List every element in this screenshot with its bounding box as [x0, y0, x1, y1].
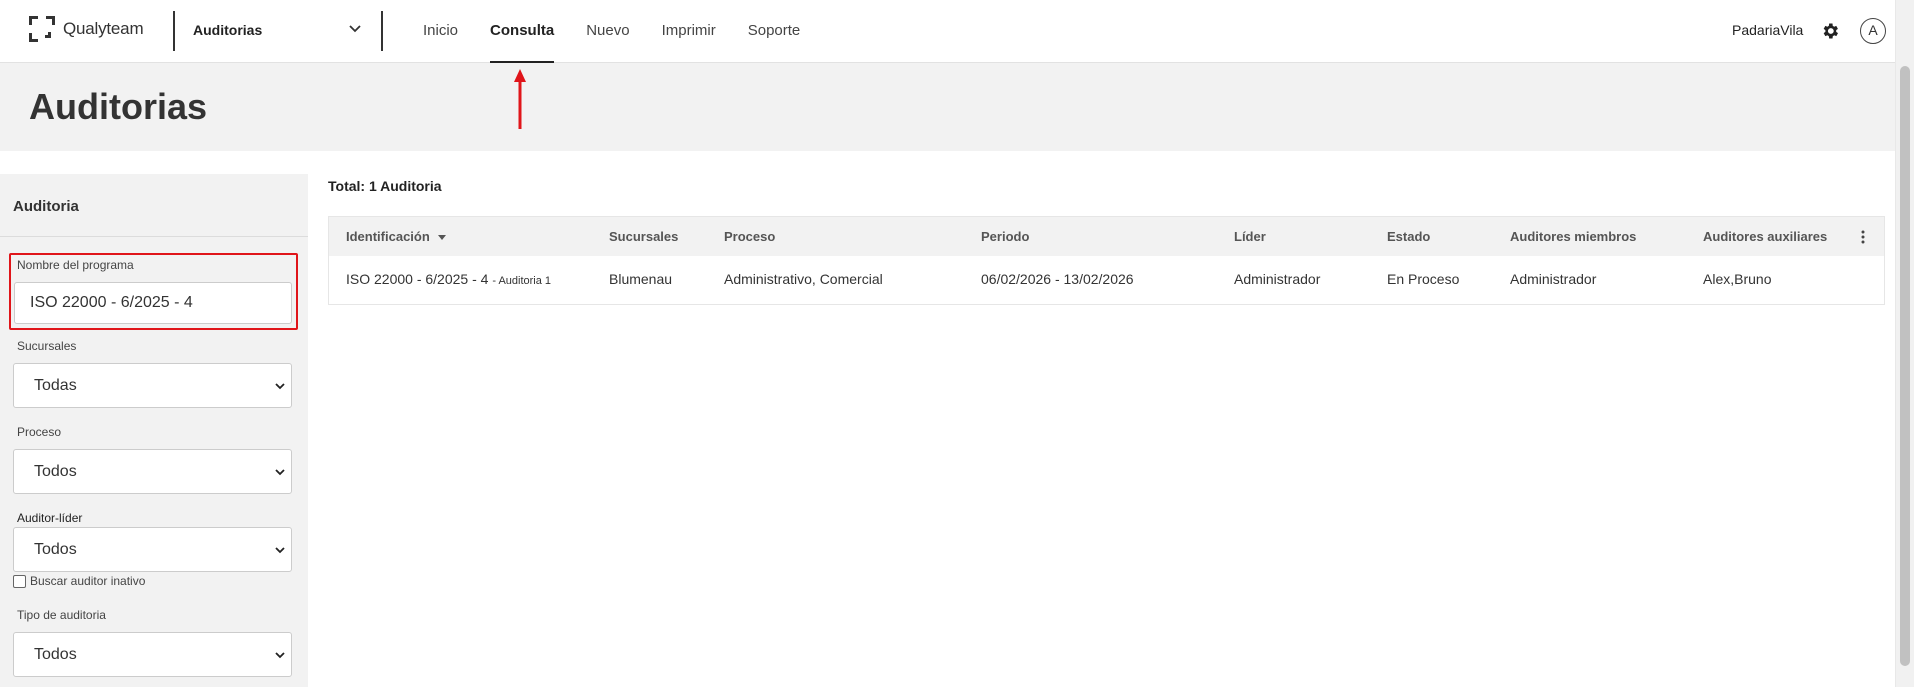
branches-label: Sucursales	[17, 339, 77, 353]
cell-periodo: 06/02/2026 - 13/02/2026	[981, 271, 1134, 287]
nav-imprimir[interactable]: Imprimir	[662, 0, 716, 63]
sort-down-icon[interactable]	[437, 235, 446, 241]
process-label: Proceso	[17, 425, 62, 439]
lead-auditor-select[interactable]: Todos	[13, 527, 292, 572]
results-total: Total: 1 Auditoria	[328, 178, 442, 194]
nav-inicio[interactable]: Inicio	[423, 0, 458, 63]
column-header-label: Identificación	[346, 229, 430, 244]
table-header: Identificación Sucursales Proceso Period…	[329, 217, 1884, 256]
company-name[interactable]: PadariaVila	[1732, 22, 1803, 38]
cell-sucursal: Blumenau	[609, 271, 673, 287]
chevron-down-icon	[275, 383, 285, 390]
column-header-identificacion[interactable]: Identificación	[346, 229, 446, 244]
cell-identificacion[interactable]: ISO 22000 - 6/2025 - 4 - Auditoria 1	[346, 271, 551, 287]
qualyteam-logo-icon	[29, 16, 55, 42]
module-name[interactable]: Auditorias	[193, 22, 262, 38]
audit-id: ISO 22000 - 6/2025 - 4	[346, 271, 489, 287]
process-value: Todos	[34, 463, 77, 480]
branches-select[interactable]: Todas	[13, 363, 292, 408]
inactive-auditor-checkbox[interactable]	[13, 574, 26, 588]
cell-proceso: Administrativo, Comercial	[724, 271, 883, 287]
audit-type-value: Todos	[34, 646, 77, 663]
logo-text: Qualyteam	[63, 19, 144, 38]
cell-lider: Administrador	[1234, 271, 1321, 287]
lead-auditor-value: Todos	[34, 541, 77, 558]
page-scrollbar[interactable]	[1895, 0, 1914, 687]
column-header-sucursales[interactable]: Sucursales	[609, 229, 678, 244]
column-header-estado[interactable]: Estado	[1387, 229, 1430, 244]
column-header-auditores-miembros[interactable]: Auditores miembros	[1510, 229, 1636, 244]
inactive-auditor-label: Buscar auditor inativo	[30, 574, 146, 588]
header-divider	[173, 11, 175, 51]
avatar[interactable]: A	[1860, 18, 1886, 44]
sidebar-title: Auditoria	[0, 174, 308, 237]
column-header-periodo[interactable]: Periodo	[981, 229, 1029, 244]
chevron-down-icon	[275, 652, 285, 659]
audit-type-select[interactable]: Todos	[13, 632, 292, 677]
chevron-down-icon	[275, 469, 285, 476]
main-nav: Inicio Consulta Nuevo Imprimir Soporte	[423, 0, 832, 63]
lead-auditor-label: Auditor-líder	[17, 511, 83, 525]
annotation-arrow-icon	[514, 69, 526, 129]
process-select[interactable]: Todos	[13, 449, 292, 494]
page-title: Auditorias	[29, 86, 208, 127]
column-header-lider[interactable]: Líder	[1234, 229, 1266, 244]
nav-consulta[interactable]: Consulta	[490, 0, 555, 63]
audits-table: Identificación Sucursales Proceso Period…	[328, 216, 1885, 305]
nav-nuevo[interactable]: Nuevo	[586, 0, 629, 63]
audit-id-suffix: - Auditoria 1	[492, 275, 552, 287]
header-divider	[381, 11, 383, 51]
audit-type-label: Tipo de auditoria	[17, 608, 106, 622]
highlight-box	[9, 253, 298, 330]
more-options-icon[interactable]	[1861, 230, 1865, 244]
branches-value: Todas	[34, 377, 77, 394]
chevron-down-icon	[275, 547, 285, 554]
qualyteam-logo[interactable]: Qualyteam	[29, 16, 144, 42]
column-header-auditores-auxiliares[interactable]: Auditores auxiliares	[1703, 229, 1827, 244]
chevron-down-icon[interactable]	[348, 22, 362, 36]
table-row[interactable]: ISO 22000 - 6/2025 - 4 - Auditoria 1 Blu…	[329, 256, 1884, 304]
gear-icon[interactable]	[1820, 21, 1840, 41]
cell-auditores-miembros: Administrador	[1510, 271, 1597, 287]
cell-estado: En Proceso	[1387, 271, 1460, 287]
column-header-proceso[interactable]: Proceso	[724, 229, 775, 244]
scrollbar-thumb[interactable]	[1900, 66, 1910, 666]
top-bar: Qualyteam Auditorias Inicio Consulta Nue…	[0, 0, 1895, 63]
nav-soporte[interactable]: Soporte	[748, 0, 801, 63]
cell-auditores-auxiliares: Alex,Bruno	[1703, 271, 1772, 287]
inactive-auditor-option[interactable]: Buscar auditor inativo	[13, 574, 145, 588]
